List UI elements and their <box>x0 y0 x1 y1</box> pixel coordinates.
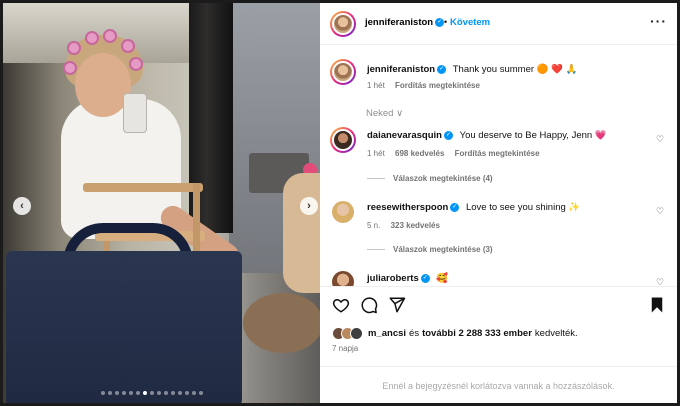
comment-meta: 5 n. 323 kedvelés <box>367 221 440 230</box>
caption-avatar[interactable] <box>330 59 356 85</box>
caption: jenniferaniston ✓ Thank you summer 🟠 ❤️ 🙏 <box>367 64 578 75</box>
comment-avatar-juliaroberts[interactable] <box>330 269 356 286</box>
post-header: jenniferaniston ✓ • Követem ··· <box>320 3 677 45</box>
carousel-dot <box>129 391 133 395</box>
comment-reesewitherspoon: reesewitherspoon ✓ Love to see you shinin… <box>367 202 581 213</box>
author-username[interactable]: jenniferaniston ✓ <box>365 17 445 28</box>
heart-icon[interactable] <box>332 296 350 314</box>
view-replies-link[interactable]: Válaszok megtekintése (4) <box>367 174 493 183</box>
tote-bag <box>6 251 242 403</box>
previous-photo-button[interactable]: ‹ <box>13 197 31 215</box>
comment-box-area: Ennél a bejegyzésnél korlátozva vannak a… <box>320 366 677 403</box>
liker-avatar <box>350 326 363 340</box>
author-avatar[interactable] <box>330 11 356 37</box>
carousel-dot <box>122 391 126 395</box>
comment-likes-count[interactable]: 698 kedvelés <box>395 149 444 158</box>
post-date: 7 napja <box>332 344 359 353</box>
liker-username[interactable]: m_ancsi <box>368 328 406 339</box>
comment-like-heart-icon[interactable]: ♡ <box>656 134 664 145</box>
caption-username[interactable]: jenniferaniston <box>367 64 435 75</box>
carousel-dot <box>157 391 161 395</box>
comment-username[interactable]: daianevarasquin <box>367 130 442 141</box>
verified-badge-icon: ✓ <box>437 64 447 74</box>
carousel-dot <box>164 391 168 395</box>
carousel-dot <box>199 391 203 395</box>
carousel-dot <box>150 391 154 395</box>
caption-meta: 1 hét Fordítás megtekintése <box>367 81 480 90</box>
verified-badge-icon: ✓ <box>435 17 445 27</box>
carousel-dot <box>143 391 147 395</box>
verified-badge-icon: ✓ <box>450 202 460 212</box>
comment-username[interactable]: reesewitherspoon <box>367 202 448 213</box>
comments-restricted-notice: Ennél a bejegyzésnél korlátozva vannak a… <box>382 381 615 391</box>
comment-daianevarasquin: daianevarasquin ✓ You deserve to Be Happy… <box>367 130 607 141</box>
post-modal: ✱ ‹ › jenniferaniston✓ • Követem <box>0 0 680 406</box>
likers-link[interactable]: további 2 288 333 ember <box>422 328 532 339</box>
carousel-dot <box>136 391 140 395</box>
carousel-dot <box>178 391 182 395</box>
comment-likes-count[interactable]: 323 kedvelés <box>391 221 440 230</box>
carousel-dot <box>192 391 196 395</box>
comment-sort-dropdown[interactable]: Neked ∨ <box>366 108 403 119</box>
carousel-dot <box>115 391 119 395</box>
more-options-icon[interactable]: ··· <box>650 13 667 29</box>
view-replies-link[interactable]: Válaszok megtekintése (3) <box>367 245 493 254</box>
carousel-dot <box>101 391 105 395</box>
post-photo: ✱ ‹ › <box>3 3 320 403</box>
caption-translate-link[interactable]: Fordítás megtekintése <box>395 81 480 90</box>
comment-juliaroberts: juliaroberts ✓ 🥰 <box>367 273 449 284</box>
comment-meta: 1 hét 698 kedvelés Fordítás megtekintése <box>367 149 540 158</box>
share-icon[interactable] <box>388 296 406 314</box>
comment-like-heart-icon[interactable]: ♡ <box>656 206 664 217</box>
comment-icon[interactable] <box>360 296 378 314</box>
verified-badge-icon: ✓ <box>420 273 430 283</box>
comment-avatar-daianevarasquin[interactable] <box>330 127 356 153</box>
next-photo-button[interactable]: › <box>300 197 318 215</box>
verified-badge-icon: ✓ <box>443 130 453 140</box>
comment-avatar-reesewitherspoon[interactable] <box>330 199 356 225</box>
carousel-dot <box>171 391 175 395</box>
carousel-dot <box>185 391 189 395</box>
comment-translate-link[interactable]: Fordítás megtekintése <box>455 149 540 158</box>
carousel-indicator <box>101 391 203 397</box>
post-details-panel: jenniferaniston ✓ • Követem ··· jennifera… <box>320 3 677 403</box>
comment-username[interactable]: juliaroberts <box>367 273 419 284</box>
bookmark-icon[interactable] <box>648 296 666 314</box>
carousel-dot <box>108 391 112 395</box>
following-button[interactable]: Követem <box>450 17 490 28</box>
likes-summary: m_ancsi és további 2 288 333 ember kedve… <box>332 326 578 340</box>
